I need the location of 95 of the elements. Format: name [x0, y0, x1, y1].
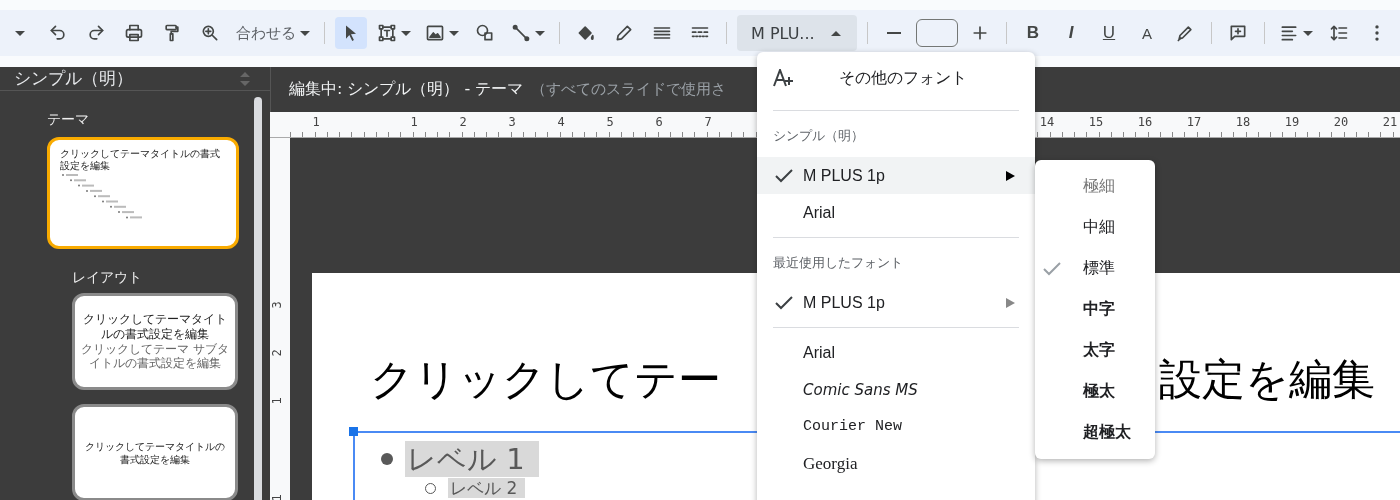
- sort-icon: [240, 70, 250, 87]
- caret-icon: [831, 30, 841, 36]
- format-button[interactable]: B: [1017, 17, 1049, 49]
- align-left-icon: [1279, 23, 1299, 43]
- theme-name: シンプル（明）: [14, 67, 133, 90]
- font-item[interactable]: M PLUS 1p: [757, 157, 1035, 194]
- more-fonts-item[interactable]: その他のフォント: [757, 52, 1035, 104]
- weight-item[interactable]: 極細: [1035, 166, 1155, 207]
- font-item[interactable]: Georgia: [757, 445, 1035, 482]
- ruler-number: 7: [704, 115, 712, 129]
- caret-icon: [1303, 30, 1313, 36]
- slide-title[interactable]: 設定を編集: [1159, 351, 1375, 407]
- font-size-field[interactable]: [916, 19, 958, 47]
- editing-note: （すべてのスライドで使用さ: [531, 80, 727, 99]
- bullet-icon: [381, 453, 393, 465]
- bullet-text: レベル 2: [448, 478, 526, 498]
- caret-icon: [449, 30, 459, 36]
- font-item[interactable]: M PLUS 1p: [757, 284, 1035, 321]
- font-item[interactable]: Comic Sans MS: [757, 371, 1035, 408]
- line-icon: [511, 23, 531, 43]
- highlighter-icon: [1175, 23, 1195, 43]
- font-dropdown[interactable]: M PLU...: [737, 15, 857, 51]
- thumbnail-title: クリックしてテーマタイトルの書式設定を編集: [82, 312, 228, 342]
- ruler-number: 3: [269, 301, 284, 309]
- ruler-number: 1: [312, 115, 320, 129]
- ruler-number: 20: [1333, 115, 1349, 129]
- ruler-number: 17: [1186, 115, 1202, 129]
- paint-roller-icon: [162, 23, 182, 43]
- check-icon: [775, 295, 793, 310]
- slide-title[interactable]: クリックしてテー: [370, 351, 721, 407]
- ruler-number: 2: [459, 115, 467, 129]
- comment-add-icon: [1228, 23, 1248, 43]
- more-icon: [1375, 25, 1379, 41]
- select-tool-button[interactable]: [335, 17, 367, 49]
- weight-item[interactable]: 中字: [1035, 289, 1155, 330]
- pencil-icon: [614, 23, 634, 43]
- ruler-number: 18: [1235, 115, 1251, 129]
- ruler-number: 16: [1137, 115, 1153, 129]
- thumbnail-title: クリックしてテーマタイトルの書式設定を編集: [60, 148, 221, 172]
- check-icon: [775, 168, 793, 183]
- ruler-number: 4: [557, 115, 565, 129]
- ruler-number: 1: [269, 494, 284, 500]
- ruler-number: 14: [1039, 115, 1055, 129]
- resize-handle[interactable]: [349, 427, 358, 436]
- ruler-number: 5: [606, 115, 614, 129]
- caret-icon: [535, 30, 545, 36]
- print-icon: [124, 23, 144, 43]
- ruler-number: 6: [655, 115, 663, 129]
- format-button[interactable]: U: [1093, 17, 1125, 49]
- section-label: レイアウト: [72, 269, 143, 287]
- font-item[interactable]: Courier New: [757, 408, 1035, 445]
- image-icon: [425, 23, 445, 43]
- menu-section-heading: シンプル（明）: [772, 127, 865, 145]
- zoom-in-icon: [200, 23, 220, 43]
- check-icon: [1043, 261, 1061, 276]
- format-button[interactable]: I: [1055, 17, 1087, 49]
- line-spacing-icon: [1329, 23, 1349, 43]
- format-button[interactable]: A: [1131, 17, 1163, 49]
- weight-item[interactable]: 極太: [1035, 371, 1155, 412]
- ruler-number: 1: [269, 397, 284, 405]
- ruler-number: 2: [269, 349, 284, 357]
- font-add-icon: [773, 69, 795, 87]
- caret-icon: [401, 30, 411, 36]
- ruler-number: 1: [410, 115, 418, 129]
- ruler-number: 19: [1284, 115, 1300, 129]
- section-label: テーマ: [47, 111, 90, 129]
- caret-icon: [300, 30, 310, 36]
- thumbnail-subtitle: クリックしてテーマ サブタイトルの書式設定を編集: [81, 343, 229, 371]
- layout-thumbnail[interactable]: クリックしてテーマタイトルの書式設定を編集: [72, 404, 238, 500]
- theme-thumbnail[interactable]: クリックしてテーマタイトルの書式設定を編集: [47, 137, 239, 249]
- ruler-number: 15: [1088, 115, 1104, 129]
- undo-icon: [48, 23, 68, 43]
- bullet-text: レベル 1: [405, 441, 539, 477]
- shapes-icon: [475, 23, 495, 43]
- redo-icon: [86, 23, 106, 43]
- submenu-arrow-icon: [1006, 170, 1015, 181]
- ruler-number: 3: [508, 115, 516, 129]
- weight-item[interactable]: 太字: [1035, 330, 1155, 371]
- font-item[interactable]: Arial: [757, 334, 1035, 371]
- zoom-dropdown[interactable]: 合わせる: [232, 17, 314, 49]
- scrollbar[interactable]: [254, 97, 262, 500]
- menu-section-heading: 最近使用したフォント: [772, 254, 904, 272]
- layout-thumbnail[interactable]: クリックしてテーマタイトルの書式設定を編集 クリックしてテーマ サブタイトルの書式設定を編集: [72, 293, 238, 390]
- submenu-arrow-icon: [1006, 297, 1015, 308]
- thumbnail-title: クリックしてテーマタイトルの書式設定を編集: [84, 439, 226, 466]
- weight-item[interactable]: 標準: [1035, 248, 1155, 289]
- text-box-icon: [377, 23, 397, 43]
- caret-icon: [15, 30, 25, 36]
- ruler-number: 21: [1382, 115, 1398, 129]
- minus-icon: [887, 32, 901, 34]
- weight-item[interactable]: 超極太: [1035, 412, 1155, 453]
- weight-item[interactable]: 中細: [1035, 207, 1155, 248]
- editing-heading: 編集中: シンプル（明） - テーマ: [289, 79, 524, 100]
- font-item[interactable]: Arial: [757, 194, 1035, 231]
- paint-bucket-icon: [576, 23, 596, 43]
